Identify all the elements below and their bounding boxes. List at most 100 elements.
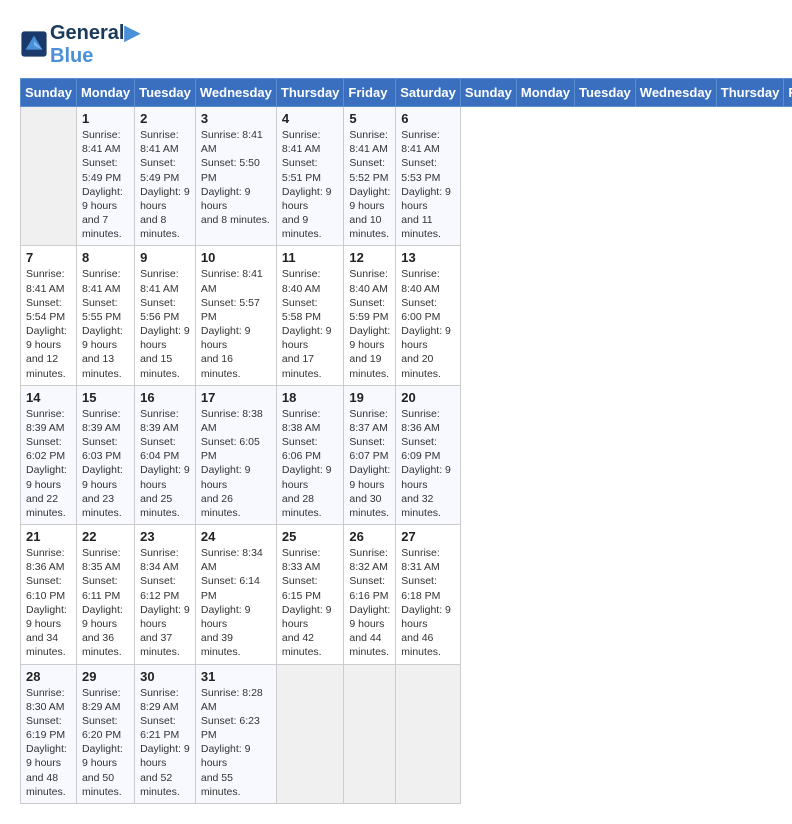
day-number: 7 [26,250,71,265]
day-info: Sunrise: 8:36 AMSunset: 6:10 PMDaylight:… [26,546,71,659]
day-number: 28 [26,669,71,684]
day-of-week-header: Saturday [396,79,461,107]
calendar-cell: 31 Sunrise: 8:28 AMSunset: 6:23 PMDayligh… [195,664,276,803]
calendar-cell: 3 Sunrise: 8:41 AMSunset: 5:50 PMDaylight… [195,107,276,246]
day-of-week-header: Tuesday [135,79,196,107]
day-number: 6 [401,111,455,126]
day-info: Sunrise: 8:41 AMSunset: 5:54 PMDaylight:… [26,267,71,380]
day-number: 30 [140,669,190,684]
day-of-week-header: Friday [344,79,396,107]
day-number: 1 [82,111,129,126]
day-info: Sunrise: 8:32 AMSunset: 6:16 PMDaylight:… [349,546,390,659]
day-info: Sunrise: 8:36 AMSunset: 6:09 PMDaylight:… [401,407,455,520]
day-number: 22 [82,529,129,544]
calendar-cell: 23 Sunrise: 8:34 AMSunset: 6:12 PMDayligh… [135,525,196,664]
day-number: 31 [201,669,271,684]
calendar-cell: 9 Sunrise: 8:41 AMSunset: 5:56 PMDaylight… [135,246,196,385]
page-header: General▶ Blue [20,20,772,68]
calendar-cell: 21 Sunrise: 8:36 AMSunset: 6:10 PMDayligh… [21,525,77,664]
day-info: Sunrise: 8:37 AMSunset: 6:07 PMDaylight:… [349,407,390,520]
day-info: Sunrise: 8:41 AMSunset: 5:49 PMDaylight:… [82,128,129,241]
day-number: 26 [349,529,390,544]
day-info: Sunrise: 8:39 AMSunset: 6:02 PMDaylight:… [26,407,71,520]
calendar-cell: 12Sunrise: 8:40 AMSunset: 5:59 PMDayligh… [344,246,396,385]
day-number: 8 [82,250,129,265]
day-number: 11 [282,250,339,265]
calendar-table: SundayMondayTuesdayWednesdayThursdayFrid… [20,78,792,804]
day-number: 5 [349,111,390,126]
day-number: 2 [140,111,190,126]
calendar-week-row: 28 Sunrise: 8:30 AMSunset: 6:19 PMDayligh… [21,664,792,803]
weekday-header: Sunday [460,79,516,107]
calendar-cell: 27Sunrise: 8:31 AMSunset: 6:18 PMDayligh… [396,525,461,664]
calendar-cell: 7 Sunrise: 8:41 AMSunset: 5:54 PMDaylight… [21,246,77,385]
day-number: 19 [349,390,390,405]
day-info: Sunrise: 8:35 AMSunset: 6:11 PMDaylight:… [82,546,129,659]
day-info: Sunrise: 8:34 AMSunset: 6:14 PMDaylight:… [201,546,271,659]
calendar-week-row: 14 Sunrise: 8:39 AMSunset: 6:02 PMDayligh… [21,385,792,524]
day-info: Sunrise: 8:29 AMSunset: 6:20 PMDaylight:… [82,686,129,799]
calendar-cell: 19 Sunrise: 8:37 AMSunset: 6:07 PMDayligh… [344,385,396,524]
calendar-cell: 28 Sunrise: 8:30 AMSunset: 6:19 PMDayligh… [21,664,77,803]
logo: General▶ Blue [20,20,140,68]
weekday-header: Friday [784,79,792,107]
day-info: Sunrise: 8:40 AMSunset: 6:00 PMDaylight:… [401,267,455,380]
day-number: 15 [82,390,129,405]
day-info: Sunrise: 8:39 AMSunset: 6:04 PMDaylight:… [140,407,190,520]
day-info: Sunrise: 8:33 AMSunset: 6:15 PMDaylight:… [282,546,339,659]
day-info: Sunrise: 8:40 AMSunset: 5:59 PMDaylight:… [349,267,390,380]
calendar-cell: 5 Sunrise: 8:41 AMSunset: 5:52 PMDaylight… [344,107,396,246]
day-number: 14 [26,390,71,405]
day-number: 10 [201,250,271,265]
calendar-cell: 20 Sunrise: 8:36 AMSunset: 6:09 PMDayligh… [396,385,461,524]
day-number: 21 [26,529,71,544]
day-info: Sunrise: 8:34 AMSunset: 6:12 PMDaylight:… [140,546,190,659]
day-info: Sunrise: 8:30 AMSunset: 6:19 PMDaylight:… [26,686,71,799]
weekday-header: Monday [516,79,574,107]
calendar-cell: 10 Sunrise: 8:41 AMSunset: 5:57 PMDayligh… [195,246,276,385]
calendar-cell: 6 Sunrise: 8:41 AMSunset: 5:53 PMDaylight… [396,107,461,246]
day-info: Sunrise: 8:41 AMSunset: 5:49 PMDaylight:… [140,128,190,241]
day-number: 17 [201,390,271,405]
calendar-cell: 8 Sunrise: 8:41 AMSunset: 5:55 PMDaylight… [76,246,134,385]
day-info: Sunrise: 8:31 AMSunset: 6:18 PMDaylight:… [401,546,455,659]
day-info: Sunrise: 8:41 AMSunset: 5:55 PMDaylight:… [82,267,129,380]
logo-icon [20,30,48,58]
weekday-header: Wednesday [635,79,716,107]
day-info: Sunrise: 8:41 AMSunset: 5:57 PMDaylight:… [201,267,271,380]
calendar-cell: 18Sunrise: 8:38 AMSunset: 6:06 PMDayligh… [276,385,344,524]
day-of-week-header: Sunday [21,79,77,107]
calendar-cell: 24Sunrise: 8:34 AMSunset: 6:14 PMDayligh… [195,525,276,664]
calendar-cell: 4Sunrise: 8:41 AMSunset: 5:51 PMDaylight… [276,107,344,246]
calendar-cell: 22 Sunrise: 8:35 AMSunset: 6:11 PMDayligh… [76,525,134,664]
calendar-week-row: 1 Sunrise: 8:41 AMSunset: 5:49 PMDaylight… [21,107,792,246]
day-number: 4 [282,111,339,126]
day-number: 13 [401,250,455,265]
day-info: Sunrise: 8:40 AMSunset: 5:58 PMDaylight:… [282,267,339,380]
calendar-cell: 30 Sunrise: 8:29 AMSunset: 6:21 PMDayligh… [135,664,196,803]
day-number: 9 [140,250,190,265]
day-info: Sunrise: 8:41 AMSunset: 5:53 PMDaylight:… [401,128,455,241]
day-info: Sunrise: 8:28 AMSunset: 6:23 PMDaylight:… [201,686,271,799]
day-number: 23 [140,529,190,544]
calendar-cell: 11 Sunrise: 8:40 AMSunset: 5:58 PMDayligh… [276,246,344,385]
day-number: 29 [82,669,129,684]
day-info: Sunrise: 8:41 AMSunset: 5:56 PMDaylight:… [140,267,190,380]
day-info: Sunrise: 8:41 AMSunset: 5:52 PMDaylight:… [349,128,390,241]
day-of-week-header: Monday [76,79,134,107]
calendar-cell: 15Sunrise: 8:39 AMSunset: 6:03 PMDayligh… [76,385,134,524]
calendar-cell: 17Sunrise: 8:38 AMSunset: 6:05 PMDayligh… [195,385,276,524]
calendar-week-row: 21 Sunrise: 8:36 AMSunset: 6:10 PMDayligh… [21,525,792,664]
day-number: 20 [401,390,455,405]
day-info: Sunrise: 8:38 AMSunset: 6:06 PMDaylight:… [282,407,339,520]
day-number: 3 [201,111,271,126]
calendar-cell: 14 Sunrise: 8:39 AMSunset: 6:02 PMDayligh… [21,385,77,524]
day-number: 25 [282,529,339,544]
calendar-cell [276,664,344,803]
calendar-cell [21,107,77,246]
calendar-cell [344,664,396,803]
day-info: Sunrise: 8:29 AMSunset: 6:21 PMDaylight:… [140,686,190,799]
weekday-header: Thursday [716,79,784,107]
day-info: Sunrise: 8:41 AMSunset: 5:50 PMDaylight:… [201,128,271,227]
day-number: 16 [140,390,190,405]
